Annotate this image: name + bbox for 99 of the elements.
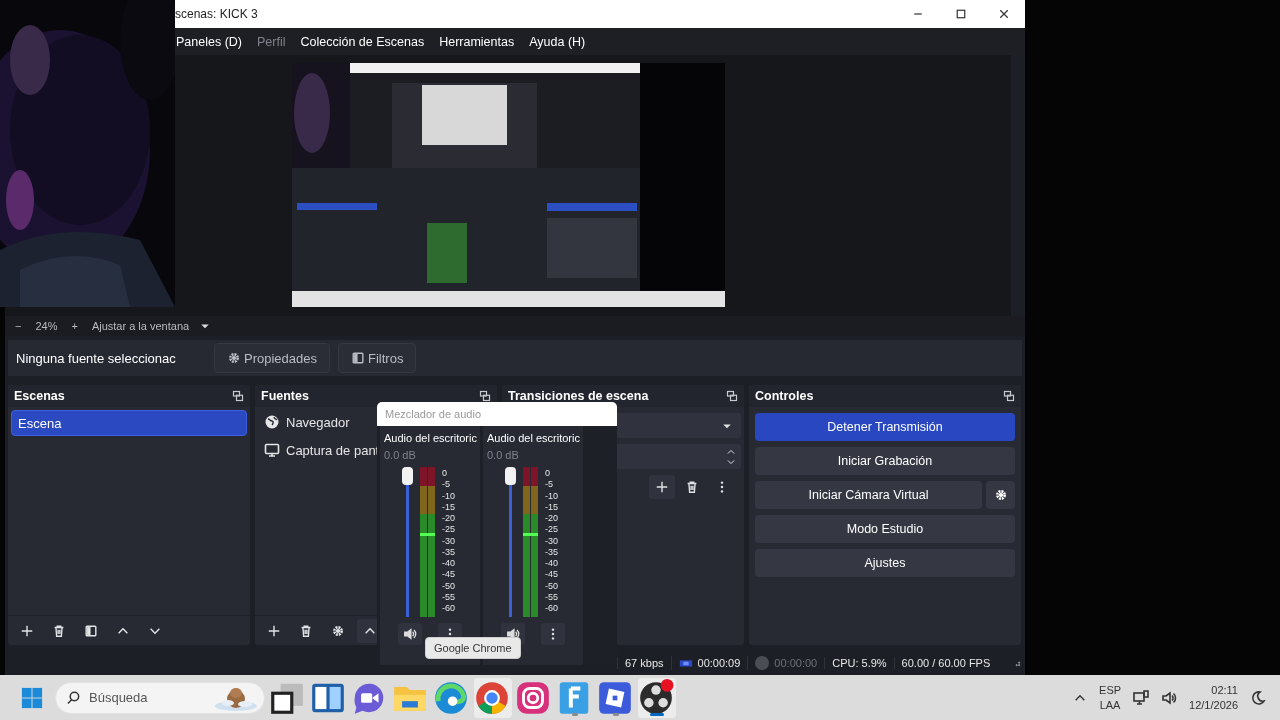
zoom-mode-label[interactable]: Ajustar a la ventana [91,320,190,332]
stream-time: 00:00:09 [697,657,741,669]
language-indicator[interactable]: ESP [1099,682,1122,698]
scale-label: -10 [545,491,558,501]
settings-button[interactable] [986,481,1015,509]
volume-slider[interactable] [505,467,517,617]
scale-label: -60 [442,604,455,613]
record-dot-icon [755,656,770,670]
filter-icon [351,351,365,365]
gear-icon [227,351,241,365]
plus-icon [267,623,281,638]
scale-label: 0 [545,469,551,478]
slider-thumb[interactable] [402,467,413,485]
scale-label: -30 [545,536,558,546]
search-field[interactable]: Búsqueda [55,681,265,714]
scale-label: -20 [442,514,455,523]
scale-label: -50 [442,581,455,591]
volume-reading: 0.0 dB [384,449,417,461]
scale-label: -40 [545,559,558,568]
scale-label: -45 [442,570,455,580]
source-status: Ninguna fuente seleccionac [16,350,177,366]
plus-icon [655,480,669,494]
control-button[interactable]: Modo Estudio [755,515,1015,543]
control-button[interactable]: Ajustes [755,549,1015,577]
search-icon [66,690,81,705]
zoom-out-button[interactable]: − [15,320,22,332]
scale-label: -15 [442,502,455,512]
menu-item[interactable]: Paneles (D) [176,34,242,49]
toolbar-button[interactable]: Filtros [338,343,417,373]
float-icon [479,390,491,402]
fps-text: 60.00 / 60.00 FPS [893,657,998,669]
scale-label: -35 [545,547,558,557]
keyboard-layout[interactable]: LAA [1099,697,1121,713]
volume-reading: 0.0 dB [487,449,520,461]
menu-item[interactable]: Herramientas [439,34,515,49]
source-item[interactable]: Navegador [286,414,350,430]
clock-date[interactable]: 12/1/2026 [1189,697,1238,713]
scene-item[interactable]: Escena [11,410,247,436]
panel-title: Controles [755,389,814,403]
scale-label: -15 [545,502,558,512]
scale-label: 0 [442,469,448,478]
window-title: scenas: KICK 3 [175,7,259,21]
tooltip: Google Chrome [425,637,521,659]
float-icon [726,390,738,402]
trash-icon [52,623,66,638]
panel-title: Transiciones de escena [508,389,649,403]
start-icon [21,686,43,709]
network-icon [1133,689,1150,706]
scale-label: -10 [442,491,455,501]
mixer-title: Mezclador de audio [385,408,481,420]
scale-label: -5 [545,480,554,490]
scale-label: -60 [545,604,558,613]
panel-title: Escenas [14,389,65,403]
scale-label: -25 [545,525,558,535]
panel-title: Fuentes [261,389,309,403]
mute-button[interactable] [398,623,422,645]
menu-item[interactable]: Colección de Escenas [300,34,425,49]
scale-label: -30 [442,536,455,546]
toolbar-button[interactable]: Propiedades [214,343,330,373]
moon-icon [1250,689,1266,706]
control-button[interactable]: Iniciar Grabación [755,447,1015,475]
channel-name: Audio del escritoric [487,432,579,444]
zoom-level: 24% [35,320,58,332]
scale-label: -55 [545,592,558,602]
clock-time[interactable]: 02:11 [1211,682,1238,698]
plus-icon [20,623,34,638]
control-button[interactable]: Detener Transmisión [755,413,1015,441]
gear-icon [993,488,1008,502]
scale-label: -50 [545,581,558,591]
volume-slider[interactable] [402,467,414,617]
cpu-usage: CPU: 5.9% [824,657,894,669]
taskbar-app[interactable] [638,677,676,718]
close-icon [997,8,1010,20]
monitor-icon [264,442,280,458]
scale-label: -5 [442,480,451,490]
scale-label: -35 [442,547,455,557]
trash-icon [299,623,313,638]
scale-label: -55 [442,592,455,602]
add-button[interactable] [649,475,675,499]
globe-icon [264,414,280,430]
scale-label: -40 [442,559,455,568]
menu-item[interactable]: Ayuda (H) [529,34,586,49]
trash-icon [685,480,699,494]
scale-label: -45 [545,570,558,580]
record-time: 00:00:00 [774,657,818,669]
scale-label: -25 [442,525,455,535]
slider-thumb[interactable] [505,467,516,485]
gear-icon [331,623,345,638]
speaker-icon [1161,689,1178,706]
zoom-in-button[interactable]: + [71,320,78,332]
speaker-icon [403,627,417,641]
more-button[interactable] [541,623,565,645]
float-icon [1003,390,1015,402]
filter-icon [84,623,98,638]
channel-name: Audio del escritoric [384,432,476,444]
maximize-icon [954,8,967,20]
control-button[interactable]: Iniciar Cámara Virtual [755,481,982,509]
scale-label: -20 [545,514,558,523]
float-icon [232,390,244,402]
